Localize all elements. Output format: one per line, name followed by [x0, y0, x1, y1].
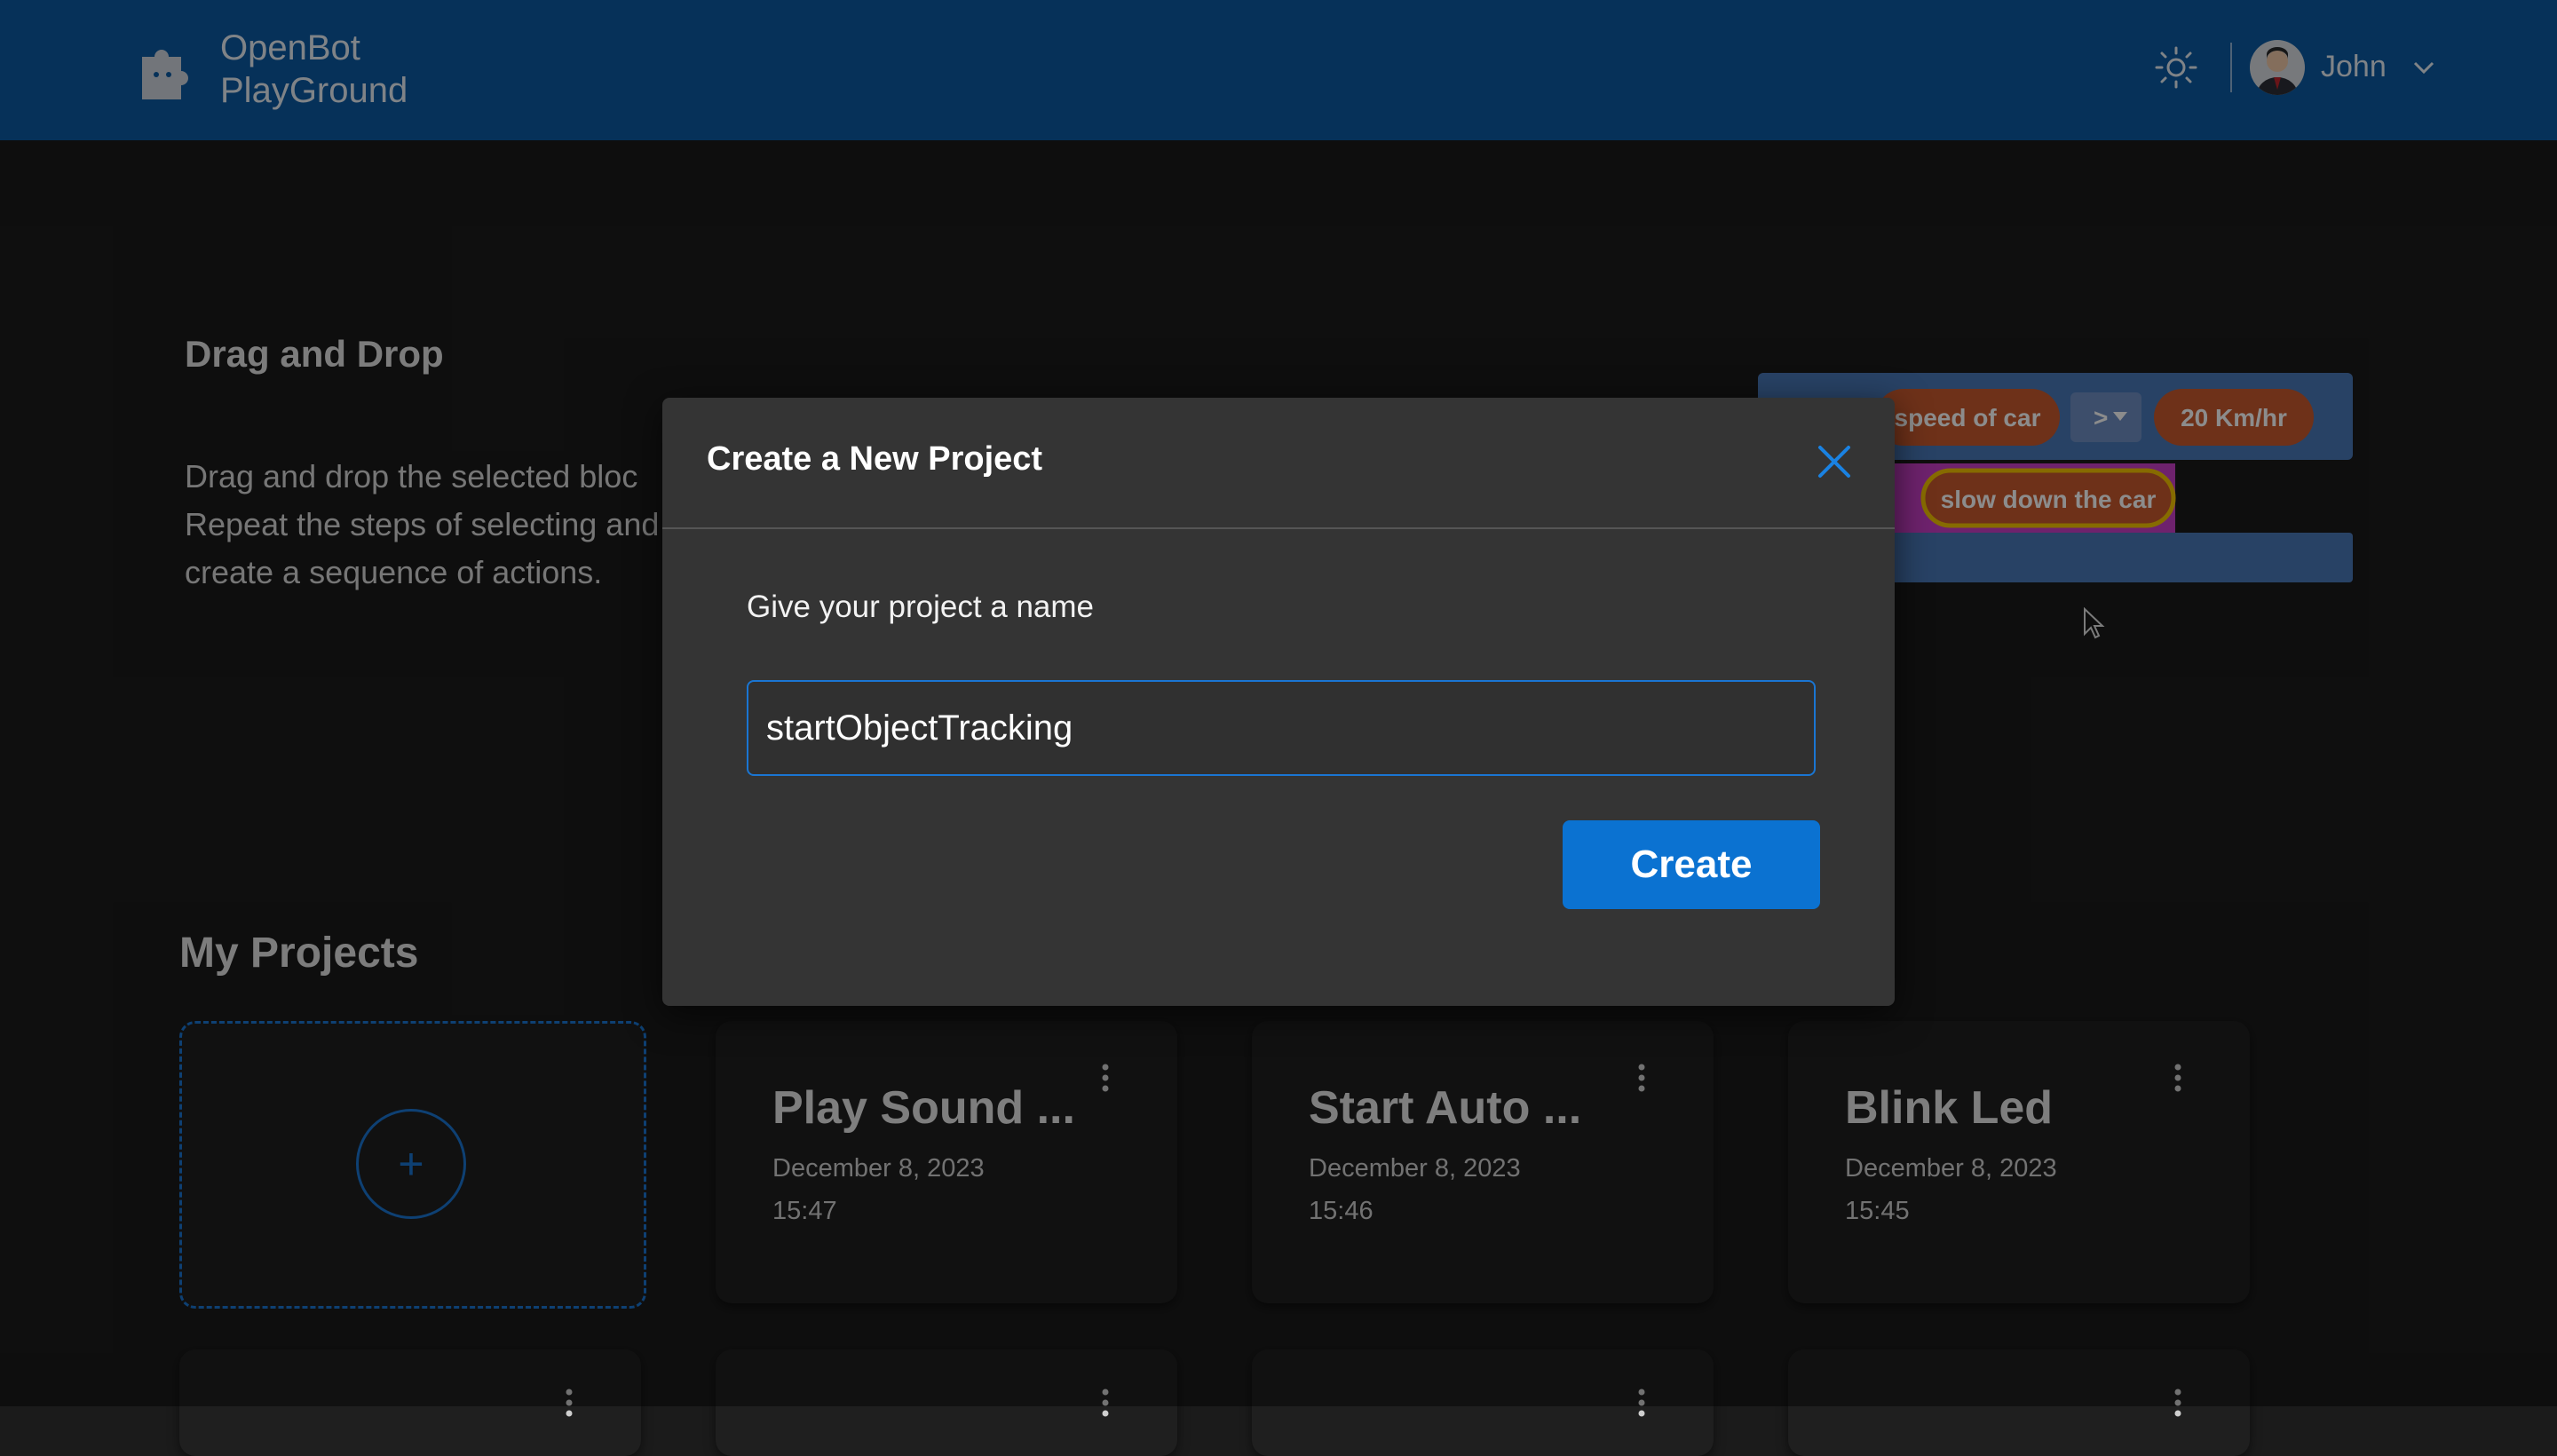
create-button[interactable]: Create	[1563, 820, 1820, 909]
create-project-modal: Create a New Project Give your project a…	[662, 398, 1895, 1006]
project-name-label: Give your project a name	[747, 590, 1095, 624]
close-icon[interactable]	[1813, 440, 1856, 483]
modal-title: Create a New Project	[707, 440, 1043, 478]
modal-divider	[662, 527, 1895, 529]
project-name-input[interactable]	[747, 680, 1816, 776]
